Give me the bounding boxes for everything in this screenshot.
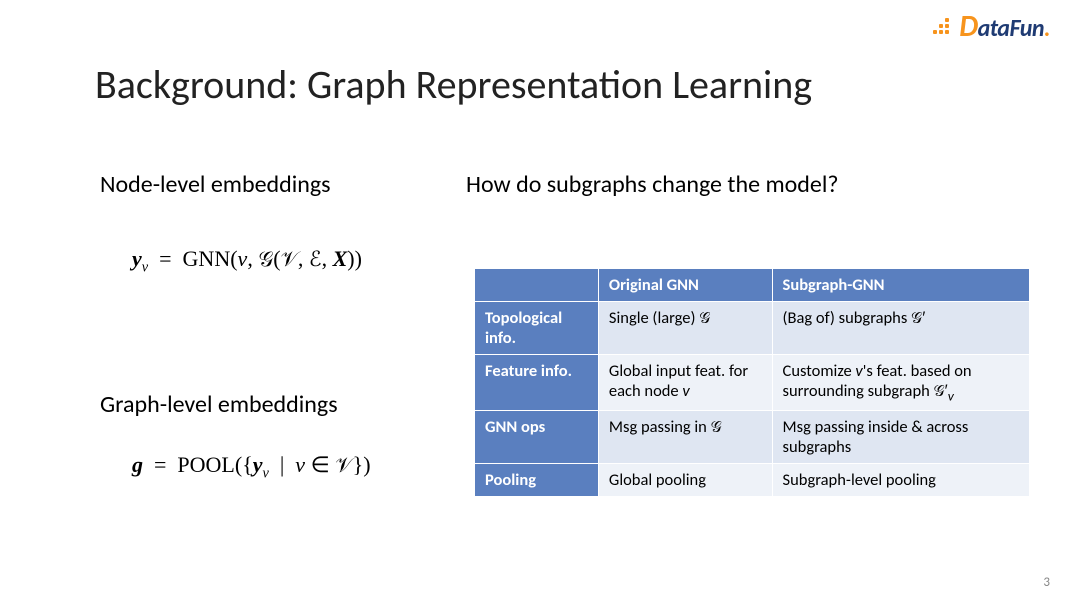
page-number: 3 bbox=[1043, 575, 1050, 590]
logo-dot: . bbox=[1044, 14, 1050, 43]
cell: Msg passing inside & across subgraphs bbox=[772, 411, 1029, 464]
equation-graph-embedding: g = POOL({yv | v ∈ 𝒱}) bbox=[132, 452, 371, 482]
logo-dots-icon bbox=[933, 16, 955, 38]
cell: (Bag of) subgraphs 𝒢′ bbox=[772, 302, 1029, 355]
row-label-feature: Feature info. bbox=[475, 355, 599, 411]
table-header-subgraph: Subgraph-GNN bbox=[772, 269, 1029, 302]
row-label-gnn-ops: GNN ops bbox=[475, 411, 599, 464]
table-row: Pooling Global pooling Subgraph-level po… bbox=[475, 464, 1030, 497]
table-row: Topological info. Single (large) 𝒢 (Bag … bbox=[475, 302, 1030, 355]
row-label-topological: Topological info. bbox=[475, 302, 599, 355]
table-row: GNN ops Msg passing in 𝒢 Msg passing ins… bbox=[475, 411, 1030, 464]
subheading-node-embeddings: Node-level embeddings bbox=[100, 170, 331, 199]
cell: Subgraph-level pooling bbox=[772, 464, 1029, 497]
subheading-subgraph-question: How do subgraphs change the model? bbox=[466, 170, 838, 199]
row-label-pooling: Pooling bbox=[475, 464, 599, 497]
logo: DataFun. bbox=[933, 8, 1050, 45]
logo-text: DataFun. bbox=[959, 8, 1050, 45]
logo-letter-d: D bbox=[959, 8, 977, 45]
table-header-blank bbox=[475, 269, 599, 302]
cell: Global pooling bbox=[598, 464, 772, 497]
cell: Customize v's feat. based on surrounding… bbox=[772, 355, 1029, 411]
cell: Single (large) 𝒢 bbox=[598, 302, 772, 355]
comparison-table: Original GNN Subgraph-GNN Topological in… bbox=[474, 268, 1030, 497]
subheading-graph-embeddings: Graph-level embeddings bbox=[100, 390, 338, 419]
cell: Global input feat. for each node v bbox=[598, 355, 772, 411]
page-title: Background: Graph Representation Learnin… bbox=[95, 60, 812, 109]
table-row: Feature info. Global input feat. for eac… bbox=[475, 355, 1030, 411]
logo-rest: ataFun bbox=[978, 14, 1044, 43]
cell: Msg passing in 𝒢 bbox=[598, 411, 772, 464]
equation-node-embedding: yv = GNN(v, 𝒢(𝒱, ℰ, X)) bbox=[132, 246, 362, 276]
table-header-original: Original GNN bbox=[598, 269, 772, 302]
slide: DataFun. Background: Graph Representatio… bbox=[0, 0, 1080, 608]
